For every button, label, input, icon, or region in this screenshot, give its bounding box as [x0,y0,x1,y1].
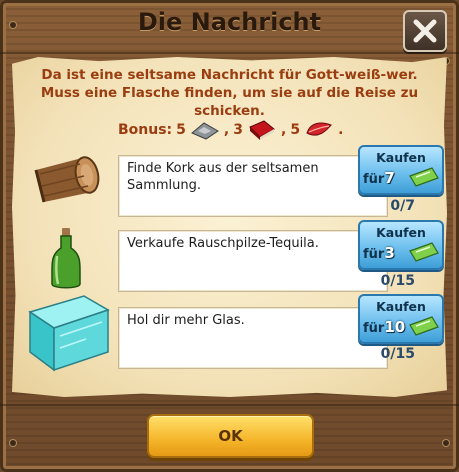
dialog-title: Die Nachricht [137,8,322,36]
glass-cube-icon [28,295,110,372]
ticket-icon [409,316,439,336]
quest-message: Da ist eine seltsame Nachricht für Gott-… [40,67,419,119]
ticket-icon [409,167,439,187]
buy-label: Kaufen [376,150,426,165]
buy-price: für7 [363,169,395,187]
bonus-separator: , [223,122,230,138]
buy-prefix: für [363,321,385,336]
bonus-separator: , [280,122,287,138]
bonus-amount: 5 [176,122,186,138]
close-button[interactable] [403,10,447,52]
buy-price-value: 10 [384,318,406,336]
bonus-row: Bonus: 5 , 3 , 5 . [118,119,347,141]
ok-button[interactable]: OK [147,414,314,458]
task-text: Hol dir mehr Glas. [127,313,245,328]
buy-price-value: 7 [384,169,395,187]
nail [443,440,449,446]
cork-icon [34,156,100,203]
buy-label: Kaufen [376,299,426,314]
ticket-icon [409,242,439,262]
buy-price-value: 3 [384,244,395,262]
nail [10,440,16,446]
buy-price: für3 [363,244,395,262]
buy-price: für10 [363,318,405,336]
task-progress: 0/15 [380,273,415,289]
bonus-amount: 3 [233,122,243,138]
buy-prefix: für [363,247,385,262]
buy-prefix: für [363,172,385,187]
buy-button-glass[interactable]: Kaufen für10 [358,294,444,344]
buy-button-bottle[interactable]: Kaufen für3 [358,220,444,270]
bonus-separator: . [338,122,344,138]
bonus-label: Bonus: [118,122,173,138]
buy-label: Kaufen [376,225,426,240]
task-progress: 0/15 [380,346,415,362]
red-book-icon [249,120,275,140]
plank-divider [0,52,459,54]
silver-coin-pile-icon [190,122,219,140]
bonus-amount: 5 [290,122,301,138]
plank-divider [0,404,459,406]
task-box: Hol dir mehr Glas. [118,307,388,369]
task-text: Verkaufe Rauschpilze-Tequila. [127,236,319,251]
green-bottle-icon [51,228,81,289]
task-box: Finde Kork aus der seltsamen Sammlung. [118,155,388,217]
buy-button-cork[interactable]: Kaufen für7 [358,145,444,195]
task-progress: 0/7 [390,198,415,214]
task-box: Verkaufe Rauschpilze-Tequila. [118,230,388,292]
close-x-icon [413,19,437,43]
task-text: Finde Kork aus der seltsamen Sammlung. [127,161,319,193]
red-leaf-icon [306,122,332,136]
